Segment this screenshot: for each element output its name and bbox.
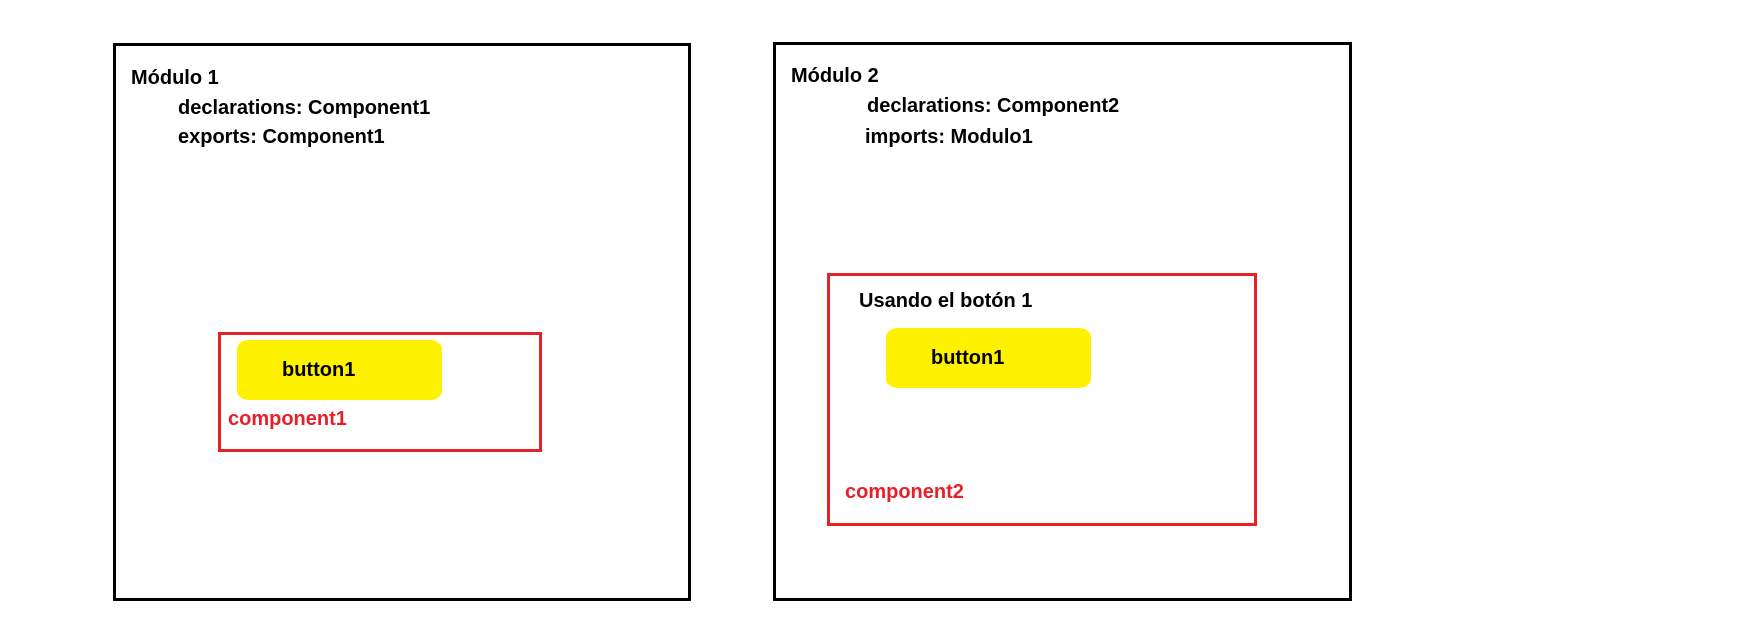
- component-1-label: component1: [228, 408, 347, 430]
- button1-module-1-label: button1: [282, 358, 356, 381]
- component-2-label: component2: [845, 481, 964, 503]
- component-2-caption: Usando el botón 1: [859, 290, 1033, 312]
- module-2-imports: imports: Modulo1: [865, 126, 1033, 148]
- button1-module-1[interactable]: button1: [237, 340, 442, 400]
- module-2-title: Módulo 2: [791, 65, 879, 87]
- module-1-exports: exports: Component1: [178, 126, 385, 148]
- button1-module-2-label: button1: [931, 346, 1005, 369]
- module-1-declarations: declarations: Component1: [178, 97, 431, 119]
- module-1-title: Módulo 1: [131, 67, 219, 89]
- button1-module-2[interactable]: button1: [886, 328, 1091, 388]
- module-2-declarations: declarations: Component2: [867, 95, 1120, 117]
